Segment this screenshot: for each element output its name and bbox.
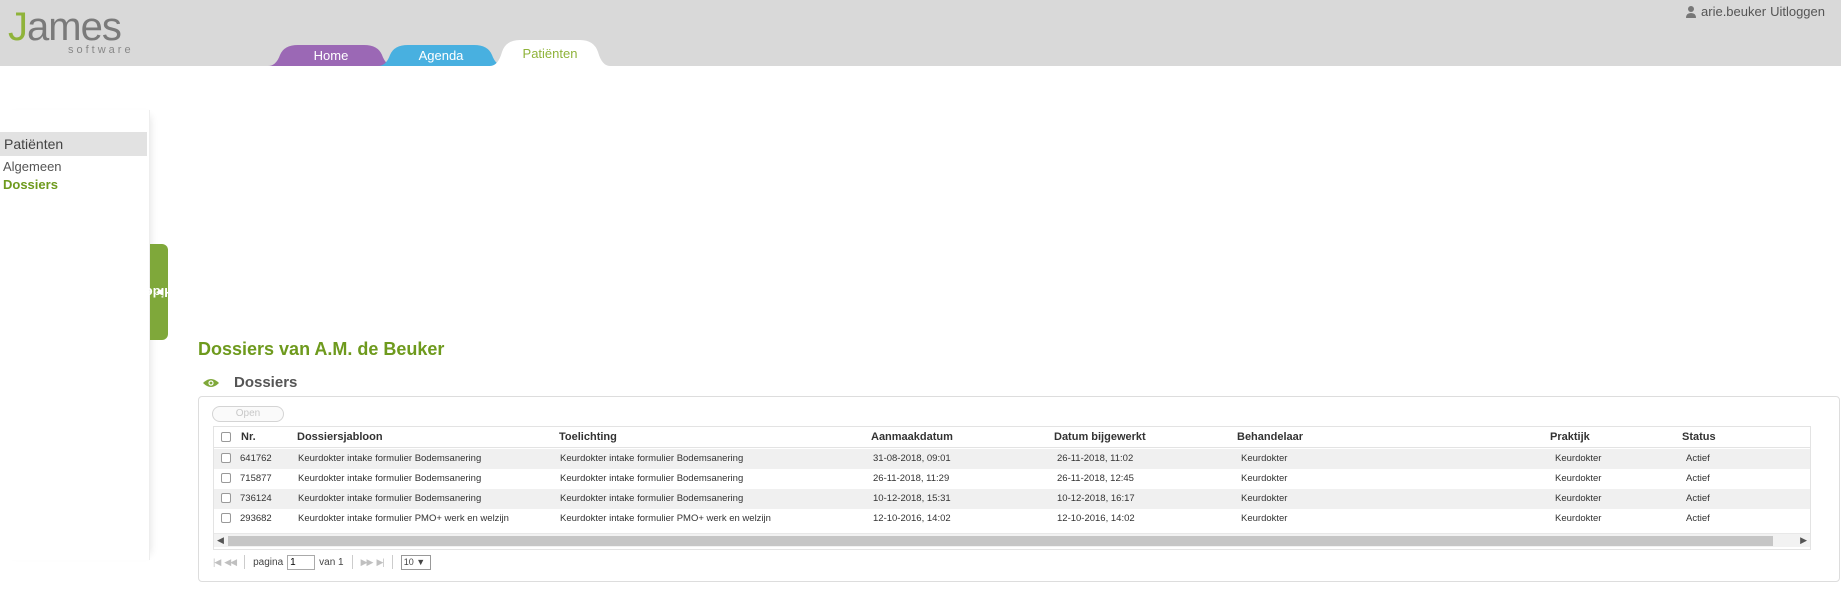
section-title: Dossiers — [234, 374, 298, 391]
first-page-icon[interactable]: |◀ — [213, 557, 221, 568]
tab-patienten-label: Patiënten — [522, 46, 578, 61]
scroll-right-icon[interactable]: ▶ — [1800, 535, 1807, 546]
row-checkbox[interactable] — [221, 453, 231, 463]
col-behandelaar[interactable]: Behandelaar — [1237, 431, 1303, 443]
sidebar-item-dossiers[interactable]: Dossiers — [3, 177, 58, 192]
user-icon — [1686, 5, 1697, 18]
cell-praktijk: Keurdokter — [1555, 453, 1602, 464]
logout-link[interactable]: Uitloggen — [1770, 4, 1825, 19]
sidebar-item-algemeen[interactable]: Algemeen — [3, 159, 62, 174]
open-button[interactable]: Open — [212, 406, 284, 422]
scroll-left-icon[interactable]: ◀ — [217, 535, 224, 546]
dossiers-panel: Open Nr. Dossiersjabloon Toelichting Aan… — [198, 396, 1840, 582]
cell-nr: 715877 — [240, 473, 272, 484]
pager-divider — [244, 555, 246, 569]
dossiers-grid: Nr. Dossiersjabloon Toelichting Aanmaakd… — [213, 426, 1811, 550]
tab-patienten[interactable]: Patiënten — [490, 40, 610, 66]
cell-status: Actief — [1686, 513, 1710, 524]
row-checkbox[interactable] — [221, 473, 231, 483]
cell-datum-bijgewerkt: 12-10-2016, 14:02 — [1057, 513, 1135, 524]
tab-home-label: Home — [313, 48, 349, 63]
sidebar: Patiënten Algemeen Dossiers — [0, 110, 150, 560]
row-checkbox[interactable] — [221, 513, 231, 523]
tab-agenda[interactable]: Agenda — [378, 45, 504, 66]
cell-status: Actief — [1686, 453, 1710, 464]
col-dossiersjabloon[interactable]: Dossiersjabloon — [297, 431, 383, 443]
page-title: Dossiers van A.M. de Beuker — [198, 339, 445, 359]
cell-nr: 641762 — [240, 453, 272, 464]
cell-behandelaar: Keurdokter — [1241, 493, 1288, 504]
cell-praktijk: Keurdokter — [1555, 513, 1602, 524]
pager-divider — [391, 555, 393, 569]
row-checkbox[interactable] — [221, 493, 231, 503]
user-area: arie.beuker Uitloggen — [1685, 4, 1825, 19]
section-header[interactable]: Dossiers — [202, 374, 297, 391]
hide-label: ▲ Hide — [144, 284, 174, 300]
sidebar-header: Patiënten — [0, 132, 147, 156]
cell-dossiersjabloon: Keurdokter intake formulier Bodemsanerin… — [298, 453, 482, 464]
logo-wordmark: James — [8, 5, 122, 49]
prev-page-icon[interactable]: ◀◀ — [224, 557, 237, 568]
table-row[interactable]: 293682 Keurdokter intake formulier PMO+ … — [214, 509, 1810, 529]
tab-agenda-label: Agenda — [418, 48, 464, 63]
cell-praktijk: Keurdokter — [1555, 473, 1602, 484]
username: arie.beuker — [1701, 4, 1767, 19]
col-status[interactable]: Status — [1682, 431, 1716, 443]
pager-divider — [351, 555, 353, 569]
logo-subtitle: software — [68, 44, 134, 56]
cell-toelichting: Keurdokter intake formulier Bodemsanerin… — [560, 493, 744, 504]
cell-status: Actief — [1686, 473, 1710, 484]
cell-dossiersjabloon: Keurdokter intake formulier Bodemsanerin… — [298, 493, 482, 504]
col-toelichting[interactable]: Toelichting — [559, 431, 617, 443]
cell-aanmaakdatum: 12-10-2016, 14:02 — [873, 513, 951, 524]
next-page-icon[interactable]: ▶▶ — [361, 557, 374, 568]
scrollbar-thumb[interactable] — [228, 536, 1773, 546]
col-praktijk[interactable]: Praktijk — [1550, 431, 1590, 443]
cell-toelichting: Keurdokter intake formulier Bodemsanerin… — [560, 473, 744, 484]
cell-aanmaakdatum: 10-12-2018, 15:31 — [873, 493, 951, 504]
col-nr[interactable]: Nr. — [241, 431, 256, 443]
logo-j: J — [8, 5, 28, 49]
cell-datum-bijgewerkt: 26-11-2018, 11:02 — [1057, 453, 1134, 464]
logo-rest: ames — [27, 5, 122, 49]
cell-toelichting: Keurdokter intake formulier Bodemsanerin… — [560, 453, 744, 464]
last-page-icon[interactable]: ▶| — [376, 557, 384, 568]
cell-datum-bijgewerkt: 26-11-2018, 12:45 — [1057, 473, 1134, 484]
cell-aanmaakdatum: 26-11-2018, 11:29 — [873, 473, 950, 484]
cell-behandelaar: Keurdokter — [1241, 513, 1288, 524]
table-row[interactable]: 736124 Keurdokter intake formulier Bodem… — [214, 489, 1810, 509]
hide-label-text: Hide — [144, 284, 174, 300]
cell-nr: 736124 — [240, 493, 272, 504]
page-number-input[interactable] — [287, 554, 316, 570]
page-size-select[interactable]: 10 ▼ — [400, 554, 431, 570]
page-label: pagina — [253, 556, 284, 568]
table-row[interactable]: 715877 Keurdokter intake formulier Bodem… — [214, 469, 1810, 489]
horizontal-scrollbar[interactable]: ◀ ▶ — [214, 533, 1810, 547]
pager: |◀ ◀◀ pagina van 1 ▶▶ ▶| 10 ▼ — [213, 552, 431, 572]
cell-nr: 293682 — [240, 513, 272, 524]
top-header: James software arie.beuker Uitloggen Hom… — [0, 0, 1841, 66]
cell-behandelaar: Keurdokter — [1241, 453, 1288, 464]
col-datum-bijgewerkt[interactable]: Datum bijgewerkt — [1054, 431, 1146, 443]
eye-icon[interactable] — [202, 377, 220, 389]
hide-sidebar-button[interactable]: ▲ Hide — [144, 244, 174, 340]
cell-behandelaar: Keurdokter — [1241, 473, 1288, 484]
cell-dossiersjabloon: Keurdokter intake formulier Bodemsanerin… — [298, 473, 482, 484]
cell-toelichting: Keurdokter intake formulier PMO+ werk en… — [560, 513, 771, 524]
col-aanmaakdatum[interactable]: Aanmaakdatum — [871, 431, 953, 443]
james-logo[interactable]: James software — [6, 5, 146, 56]
select-all-checkbox[interactable] — [221, 432, 231, 442]
page-count-label: van 1 — [319, 556, 344, 568]
cell-datum-bijgewerkt: 10-12-2018, 16:17 — [1057, 493, 1135, 504]
cell-dossiersjabloon: Keurdokter intake formulier PMO+ werk en… — [298, 513, 509, 524]
grid-header: Nr. Dossiersjabloon Toelichting Aanmaakd… — [214, 427, 1810, 448]
tab-home[interactable]: Home — [268, 45, 394, 66]
cell-aanmaakdatum: 31-08-2018, 09:01 — [873, 453, 951, 464]
table-row[interactable]: 641762 Keurdokter intake formulier Bodem… — [214, 449, 1810, 469]
cell-status: Actief — [1686, 493, 1710, 504]
cell-praktijk: Keurdokter — [1555, 493, 1602, 504]
